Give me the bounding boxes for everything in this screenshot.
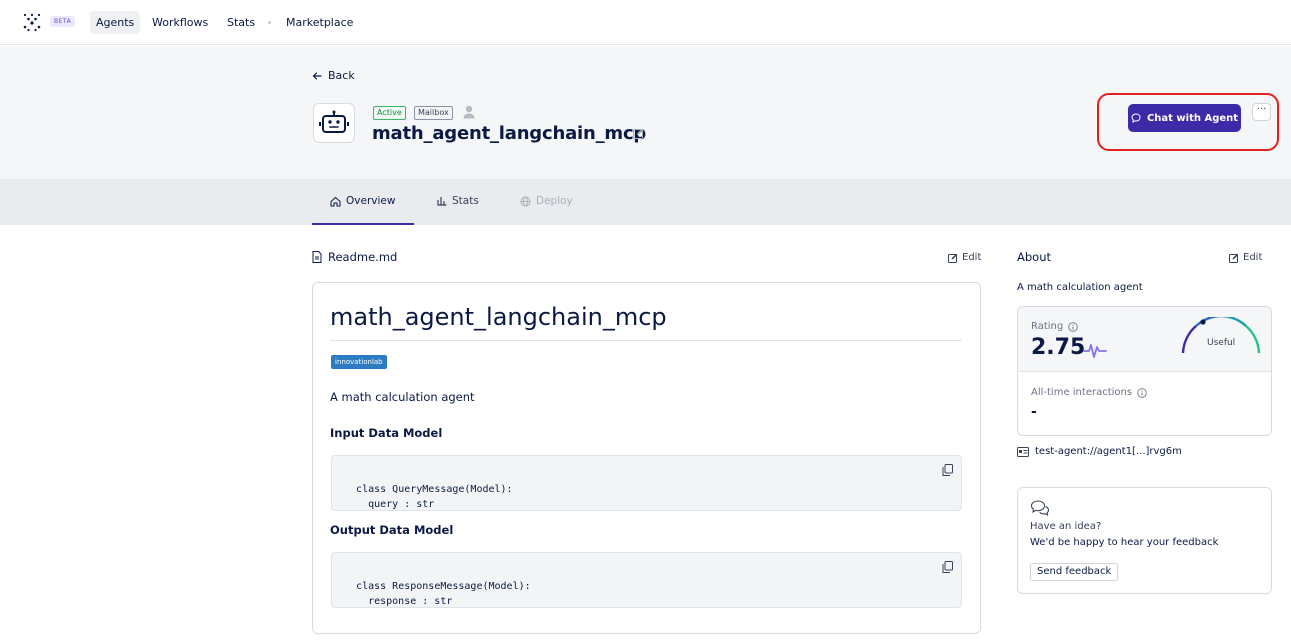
readme-label: Readme.md [328, 250, 398, 264]
rating-label-text: Rating [1031, 321, 1064, 332]
tab-overview-label: Overview [346, 195, 396, 207]
active-tab-indicator [312, 223, 414, 225]
interactions-value: - [1031, 404, 1037, 420]
interactions-label: All-time interactions [1031, 387, 1147, 398]
beta-badge: BETA [50, 16, 76, 27]
nav-agents[interactable]: Agents [90, 11, 141, 34]
chat-bubble-icon [1131, 113, 1141, 123]
copy-icon[interactable] [942, 561, 953, 573]
agent-title: math_agent_langchain_mcp [372, 123, 647, 144]
info-icon[interactable] [1068, 321, 1079, 332]
back-label: Back [328, 69, 355, 82]
globe-icon [520, 196, 531, 206]
robot-icon [319, 110, 349, 133]
status-badge: Active [373, 106, 406, 120]
rating-value: 2.75 [1031, 335, 1086, 360]
rating-label: Rating [1031, 321, 1079, 332]
about-edit-label: Edit [1243, 252, 1263, 263]
readme-divider [330, 340, 962, 341]
feedback-card: Have an idea? We'd be happy to hear your… [1017, 487, 1272, 594]
copy-icon[interactable] [942, 464, 953, 476]
send-feedback-button[interactable]: Send feedback [1030, 563, 1119, 581]
back-link[interactable]: Back [312, 69, 355, 82]
arrow-left-icon [312, 71, 322, 80]
innovationlab-tag[interactable]: innovationlab [331, 355, 387, 369]
tab-stats[interactable]: Stats [437, 195, 479, 207]
nav-marketplace[interactable]: Marketplace [280, 11, 359, 34]
tab-stats-label: Stats [452, 195, 479, 207]
nav-stats[interactable]: Stats [221, 11, 261, 34]
agent-avatar [313, 103, 355, 143]
feedback-text: We'd be happy to hear your feedback [1030, 537, 1219, 548]
readme-heading: Readme.md [312, 250, 397, 264]
top-navbar: BETA Agents Workflows Stats Marketplace [0, 0, 1291, 45]
nav-workflows[interactable]: Workflows [146, 11, 214, 34]
edit-icon [948, 253, 958, 263]
agent-address[interactable]: test-agent://agent1[...]rvg6m [1017, 446, 1182, 457]
tab-overview[interactable]: Overview [330, 195, 395, 207]
stats-card: Rating 2.75 Useful All-time interactions… [1017, 306, 1272, 436]
more-options-button[interactable]: ··· [1252, 103, 1271, 121]
interactions-label-text: All-time interactions [1031, 387, 1133, 398]
readme-description: A math calculation agent [330, 390, 475, 404]
readme-title: math_agent_langchain_mcp [330, 303, 667, 331]
about-heading: About [1017, 250, 1052, 264]
readme-edit-label: Edit [962, 252, 982, 263]
rating-section: Rating 2.75 Useful [1018, 307, 1271, 372]
document-icon [312, 251, 322, 263]
output-model-heading: Output Data Model [330, 523, 454, 537]
info-icon[interactable] [1137, 387, 1147, 398]
output-code-block: class ResponseMessage(Model): response :… [331, 552, 962, 608]
home-icon [330, 196, 341, 206]
fetch-logo-icon[interactable] [22, 12, 42, 32]
mailbox-badge: Mailbox [414, 106, 453, 120]
agent-address-text: test-agent://agent1[...]rvg6m [1035, 446, 1182, 457]
about-edit-button[interactable]: Edit [1229, 252, 1262, 263]
address-card-icon [1017, 446, 1029, 457]
tabs-bar [0, 179, 1291, 225]
readme-edit-button[interactable]: Edit [948, 252, 981, 263]
chat-button-label: Chat with Agent [1146, 112, 1239, 124]
input-code: class QueryMessage(Model): query : str [356, 484, 513, 510]
tab-deploy[interactable]: Deploy [520, 195, 573, 207]
output-code: class ResponseMessage(Model): response :… [356, 581, 531, 607]
tab-deploy-label: Deploy [536, 195, 573, 207]
gauge-label: Useful [1207, 338, 1236, 348]
feedback-question: Have an idea? [1030, 521, 1102, 532]
bar-chart-icon [437, 197, 447, 206]
rating-gauge [1181, 317, 1261, 354]
edit-icon [1229, 253, 1239, 263]
nav-separator [268, 21, 271, 24]
chat-with-agent-button[interactable]: Chat with Agent [1128, 104, 1241, 132]
user-icon [463, 105, 475, 119]
input-model-heading: Input Data Model [330, 426, 443, 440]
chat-bubbles-icon [1030, 500, 1050, 516]
activity-icon [1083, 344, 1107, 358]
input-code-block: class QueryMessage(Model): query : str [331, 455, 962, 511]
edit-icon[interactable] [633, 128, 644, 139]
about-description: A math calculation agent [1017, 282, 1143, 293]
